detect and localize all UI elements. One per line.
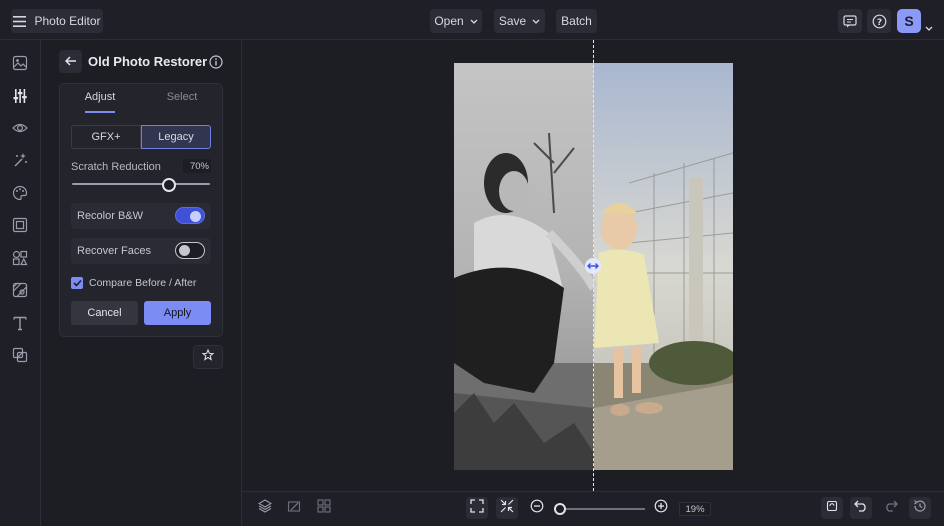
- zoom-slider-handle[interactable]: [554, 503, 566, 515]
- cancel-button[interactable]: Cancel: [71, 301, 138, 325]
- star-icon: [201, 348, 215, 366]
- grid-button[interactable]: [313, 497, 335, 519]
- scratch-reduction-value[interactable]: 70%: [183, 159, 211, 173]
- message-icon: [843, 14, 857, 28]
- panel-title: Old Photo Restorer: [88, 54, 208, 69]
- eraser-button[interactable]: [283, 497, 305, 519]
- scratch-reduction-slider[interactable]: [72, 183, 210, 185]
- palette-icon[interactable]: [10, 183, 30, 203]
- compare-label[interactable]: Compare Before / After: [89, 277, 196, 289]
- help-button[interactable]: ?: [867, 9, 891, 33]
- actual-size-button[interactable]: [496, 497, 518, 519]
- zoom-out-icon: [530, 499, 544, 518]
- grid-icon: [317, 498, 331, 518]
- zoom-in-button[interactable]: [650, 497, 672, 519]
- text-icon[interactable]: [10, 313, 30, 333]
- history-button[interactable]: [909, 497, 931, 519]
- arrow-left-icon: [64, 53, 77, 71]
- recover-faces-label: Recover Faces: [77, 245, 151, 257]
- slider-handle[interactable]: [161, 178, 176, 192]
- open-button[interactable]: Open: [430, 9, 482, 33]
- tab-adjust[interactable]: Adjust: [59, 91, 141, 103]
- mode-legacy-button[interactable]: Legacy: [141, 125, 211, 149]
- recover-faces-toggle[interactable]: [175, 242, 205, 259]
- svg-text:?: ?: [876, 18, 881, 28]
- arrows-horizontal-icon: [587, 257, 599, 275]
- expand-icon: [470, 498, 484, 518]
- zoom-value-number: 19: [685, 503, 697, 515]
- undo-button[interactable]: [850, 497, 872, 519]
- zoom-in-icon: [654, 499, 668, 518]
- frame-icon[interactable]: [10, 215, 30, 235]
- layers-button[interactable]: [254, 497, 276, 519]
- favorite-button[interactable]: [193, 345, 223, 369]
- zoom-value[interactable]: 19%: [679, 502, 711, 516]
- scratch-value-number: 70: [189, 160, 201, 172]
- active-tab-indicator: [85, 111, 115, 113]
- tool-rail: [0, 40, 41, 526]
- save-button[interactable]: Save: [494, 9, 545, 33]
- apply-button[interactable]: Apply: [144, 301, 211, 325]
- shrink-icon: [500, 499, 514, 518]
- history-icon: [913, 499, 927, 518]
- redo-button[interactable]: [880, 497, 902, 519]
- app-menu-button[interactable]: Photo Editor: [11, 9, 103, 33]
- checkmark-icon: [72, 274, 82, 292]
- zoom-out-button[interactable]: [526, 497, 548, 519]
- feedback-button[interactable]: [838, 9, 862, 33]
- scratch-reduction-label: Scratch Reduction: [71, 161, 161, 173]
- compare-handle[interactable]: [585, 258, 601, 274]
- open-label: Open: [434, 14, 464, 28]
- zoom-value-unit: %: [696, 503, 705, 515]
- info-icon[interactable]: [209, 55, 223, 74]
- zoom-slider[interactable]: [556, 508, 645, 510]
- tab-select[interactable]: Select: [141, 91, 223, 103]
- batch-label: Batch: [561, 14, 592, 28]
- help-icon: ?: [872, 14, 887, 29]
- texture-icon[interactable]: [10, 280, 30, 300]
- collage-icon[interactable]: [10, 345, 30, 365]
- redo-icon: [884, 499, 898, 517]
- back-button[interactable]: [59, 50, 82, 73]
- magic-wand-icon[interactable]: [10, 150, 30, 170]
- chevron-down-icon[interactable]: [925, 18, 933, 36]
- hamburger-icon: [13, 15, 27, 27]
- brush-icon: [287, 499, 301, 518]
- top-bar: Photo Editor Open Save Batch ? S: [0, 0, 944, 40]
- scratch-value-unit: %: [200, 160, 209, 172]
- recolor-label: Recolor B&W: [77, 210, 144, 222]
- recover-faces-row: Recover Faces: [71, 238, 211, 264]
- recolor-toggle[interactable]: [175, 207, 205, 224]
- layers-icon: [257, 498, 273, 518]
- compare-checkbox[interactable]: [71, 277, 83, 289]
- chevron-down-icon: [470, 19, 478, 24]
- chevron-down-icon: [532, 19, 540, 24]
- save-label: Save: [498, 14, 527, 28]
- eye-icon[interactable]: [10, 118, 30, 138]
- undo-icon: [854, 499, 868, 517]
- avatar[interactable]: S: [897, 9, 921, 33]
- mode-gfx-button[interactable]: GFX+: [71, 125, 141, 149]
- image-icon[interactable]: [10, 53, 30, 73]
- recolor-row: Recolor B&W: [71, 203, 211, 229]
- batch-button[interactable]: Batch: [556, 9, 597, 33]
- fit-to-screen-button[interactable]: [466, 497, 488, 519]
- refresh-icon: [825, 499, 839, 518]
- sliders-icon[interactable]: [10, 86, 30, 106]
- refresh-button[interactable]: [821, 497, 843, 519]
- app-title: Photo Editor: [34, 14, 101, 28]
- graphics-icon[interactable]: [10, 248, 30, 268]
